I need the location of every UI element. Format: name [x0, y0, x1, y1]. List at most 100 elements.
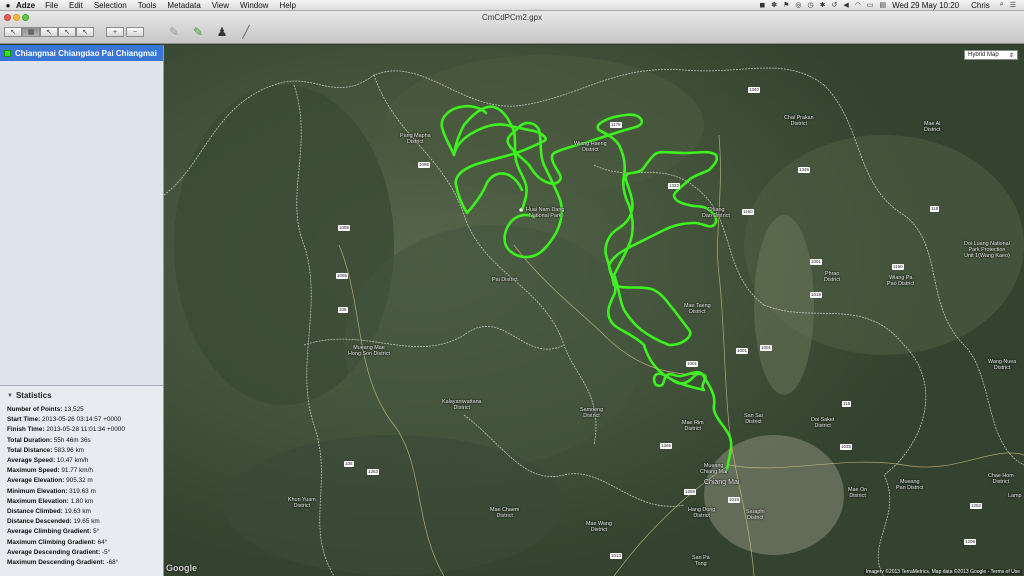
stat-row: Distance Descended: 19.65 km — [7, 517, 163, 527]
label-hang-dong: Hang Dong District — [688, 507, 716, 519]
spotlight-search-icon[interactable]: ⌕ — [1000, 1, 1004, 9]
measure-tool-button[interactable]: ↖ — [76, 27, 94, 37]
gamepad-icon[interactable]: ◎ — [795, 1, 801, 9]
menu-selection[interactable]: Selection — [94, 1, 127, 10]
wifi-icon[interactable]: ◠ — [855, 1, 861, 9]
flag-icon[interactable]: ⚑ — [783, 1, 789, 9]
pointer-measure-icon: ↖ — [82, 29, 88, 36]
label-mueang-pan: Mueang Pan District — [896, 479, 924, 491]
select-tool-button[interactable]: ↖ — [4, 27, 22, 37]
menu-file[interactable]: File — [45, 1, 58, 10]
menubar-datetime[interactable]: Wed 29 May 10:20 — [892, 1, 959, 10]
label-chiang-dao: Chiang Dao District — [702, 207, 730, 219]
menu-tools[interactable]: Tools — [138, 1, 157, 10]
menu-metadata[interactable]: Metadata — [167, 1, 200, 10]
grid-tool-button[interactable]: ▦ — [22, 27, 40, 37]
notification-list-icon[interactable]: ☰ — [1010, 1, 1016, 9]
stat-value: -5° — [101, 548, 111, 556]
map-attribution[interactable]: Imagery ©2013 TerraMetrics, Map data ©20… — [863, 569, 1022, 575]
label-wang-nuea: Wang Nuea District — [988, 359, 1017, 371]
add-point-tool-button[interactable]: ↖ — [40, 27, 58, 37]
route-tool-button[interactable]: ↖ — [58, 27, 76, 37]
stat-row: Maximum Descending Gradient: -68° — [7, 558, 163, 568]
status-menu-area: ◼ ✽ ⚑ ◎ ◷ ✱ ↺ ◀ ◠ ▭ ▤ Wed 29 May 10:20 C… — [759, 1, 1024, 10]
bluetooth-icon[interactable]: ✱ — [820, 1, 826, 9]
stat-row: Total Distance: 583.96 km — [7, 446, 163, 456]
label-phrao: Phrao District — [824, 271, 841, 283]
apple-menu-icon[interactable]: ● — [0, 1, 16, 10]
disclosure-triangle-icon[interactable]: ▼ — [7, 393, 13, 399]
time-machine-icon[interactable]: ↺ — [831, 1, 837, 9]
waypoint-person-icon[interactable]: ♟ — [214, 24, 230, 40]
stat-value: 2013-05-28 11:01:34 +0000 — [46, 426, 125, 434]
remove-button[interactable]: − — [126, 27, 144, 37]
stat-value: -68° — [106, 559, 119, 567]
window-close-button[interactable] — [4, 14, 11, 21]
road-shield: 1001 — [686, 361, 699, 367]
road-shield: 1269 — [684, 489, 697, 495]
window-zoom-button[interactable] — [22, 14, 29, 21]
stat-row: Average Climbing Gradient: 5° — [7, 527, 163, 537]
stat-label: Average Descending Gradient: — [7, 548, 101, 556]
track-color-swatch — [4, 49, 11, 57]
stat-label: Minimum Elevation: — [7, 487, 68, 495]
statistics-header[interactable]: ▼ Statistics — [7, 391, 163, 400]
road-shield: 1252 — [970, 503, 983, 509]
track-list-item[interactable]: Chiangmai Chiangdao Pai Chiangmai — [0, 45, 163, 61]
pointer-route-icon: ↖ — [64, 29, 70, 36]
stat-label: Finish Time: — [7, 426, 45, 434]
menubar-user[interactable]: Chris — [971, 1, 990, 10]
add-button[interactable]: + — [106, 27, 124, 37]
road-shield: 1001 — [760, 345, 773, 351]
stat-value: 905.32 m — [66, 477, 93, 485]
menu-edit[interactable]: Edit — [69, 1, 83, 10]
battery-icon[interactable]: ▭ — [867, 1, 874, 9]
label-mueang-mae-hong-son: Mueang Mae Hong Son District — [348, 345, 390, 357]
road-shield: 118 — [930, 206, 940, 212]
menu-app-name[interactable]: Adze — [16, 1, 35, 10]
stat-label: Maximum Elevation: — [7, 497, 69, 505]
stat-row: Total Duration: 55h 46m 36s — [7, 436, 163, 446]
stat-label: Start Time: — [7, 416, 41, 424]
ruler-icon[interactable]: ╱ — [238, 24, 254, 40]
stat-value: 19.63 km — [64, 508, 91, 516]
menu-help[interactable]: Help — [279, 1, 295, 10]
pointer-icon: ↖ — [10, 29, 16, 36]
stat-value: 319.63 m — [69, 487, 96, 495]
road-shield: 1265 — [660, 443, 673, 449]
stat-label: Average Climbing Gradient: — [7, 528, 92, 536]
label-mae-on: Mae On District — [848, 487, 868, 499]
terrain-ridge — [224, 435, 564, 575]
flag-us-icon[interactable]: ▤ — [879, 1, 886, 9]
stat-label: Maximum Descending Gradient: — [7, 559, 105, 567]
stat-label: Distance Descended: — [7, 518, 72, 526]
map-view[interactable]: Hybrid Map ⇕ Pang Mapha District Wiang Ha… — [164, 45, 1024, 576]
stat-value: 13,525 — [64, 406, 84, 413]
menu-window[interactable]: Window — [240, 1, 268, 10]
skype-icon[interactable]: ◼ — [759, 1, 765, 9]
stat-value: 10.47 km/h — [56, 457, 89, 465]
volume-icon[interactable]: ◀ — [843, 1, 848, 9]
stat-label: Number of Points: — [7, 406, 63, 413]
label-san-sai: San Sai District — [744, 413, 763, 425]
stat-value: 64° — [97, 538, 108, 546]
pencil-icon[interactable]: ✎ — [166, 24, 182, 40]
label-chiang-mai: Chiang Mai — [704, 479, 740, 486]
map-type-select[interactable]: Hybrid Map ⇕ — [964, 50, 1018, 60]
terrain-ridge — [384, 55, 704, 195]
stat-value: 19.65 km — [73, 518, 100, 526]
road-shield: 1001 — [736, 348, 749, 354]
label-lamp: Lamp — [1008, 493, 1022, 499]
window-minimize-button[interactable] — [13, 14, 20, 21]
label-mae-ai: Mae Ai District — [924, 121, 941, 133]
google-logo[interactable]: Google — [166, 563, 197, 573]
road-shield: 1095 — [338, 225, 351, 231]
paw-icon[interactable]: ✽ — [771, 1, 777, 9]
track-edit-icon[interactable]: ✎ — [190, 24, 206, 40]
clock-icon[interactable]: ◷ — [808, 1, 814, 9]
poi-marker[interactable] — [519, 208, 523, 212]
label-wiang-pa-pao: Wiang Pa Pao District — [887, 275, 915, 287]
menu-view[interactable]: View — [212, 1, 229, 10]
window-title: CmCdPCm2.gpx — [481, 13, 542, 22]
road-shield: 1095 — [418, 162, 431, 168]
